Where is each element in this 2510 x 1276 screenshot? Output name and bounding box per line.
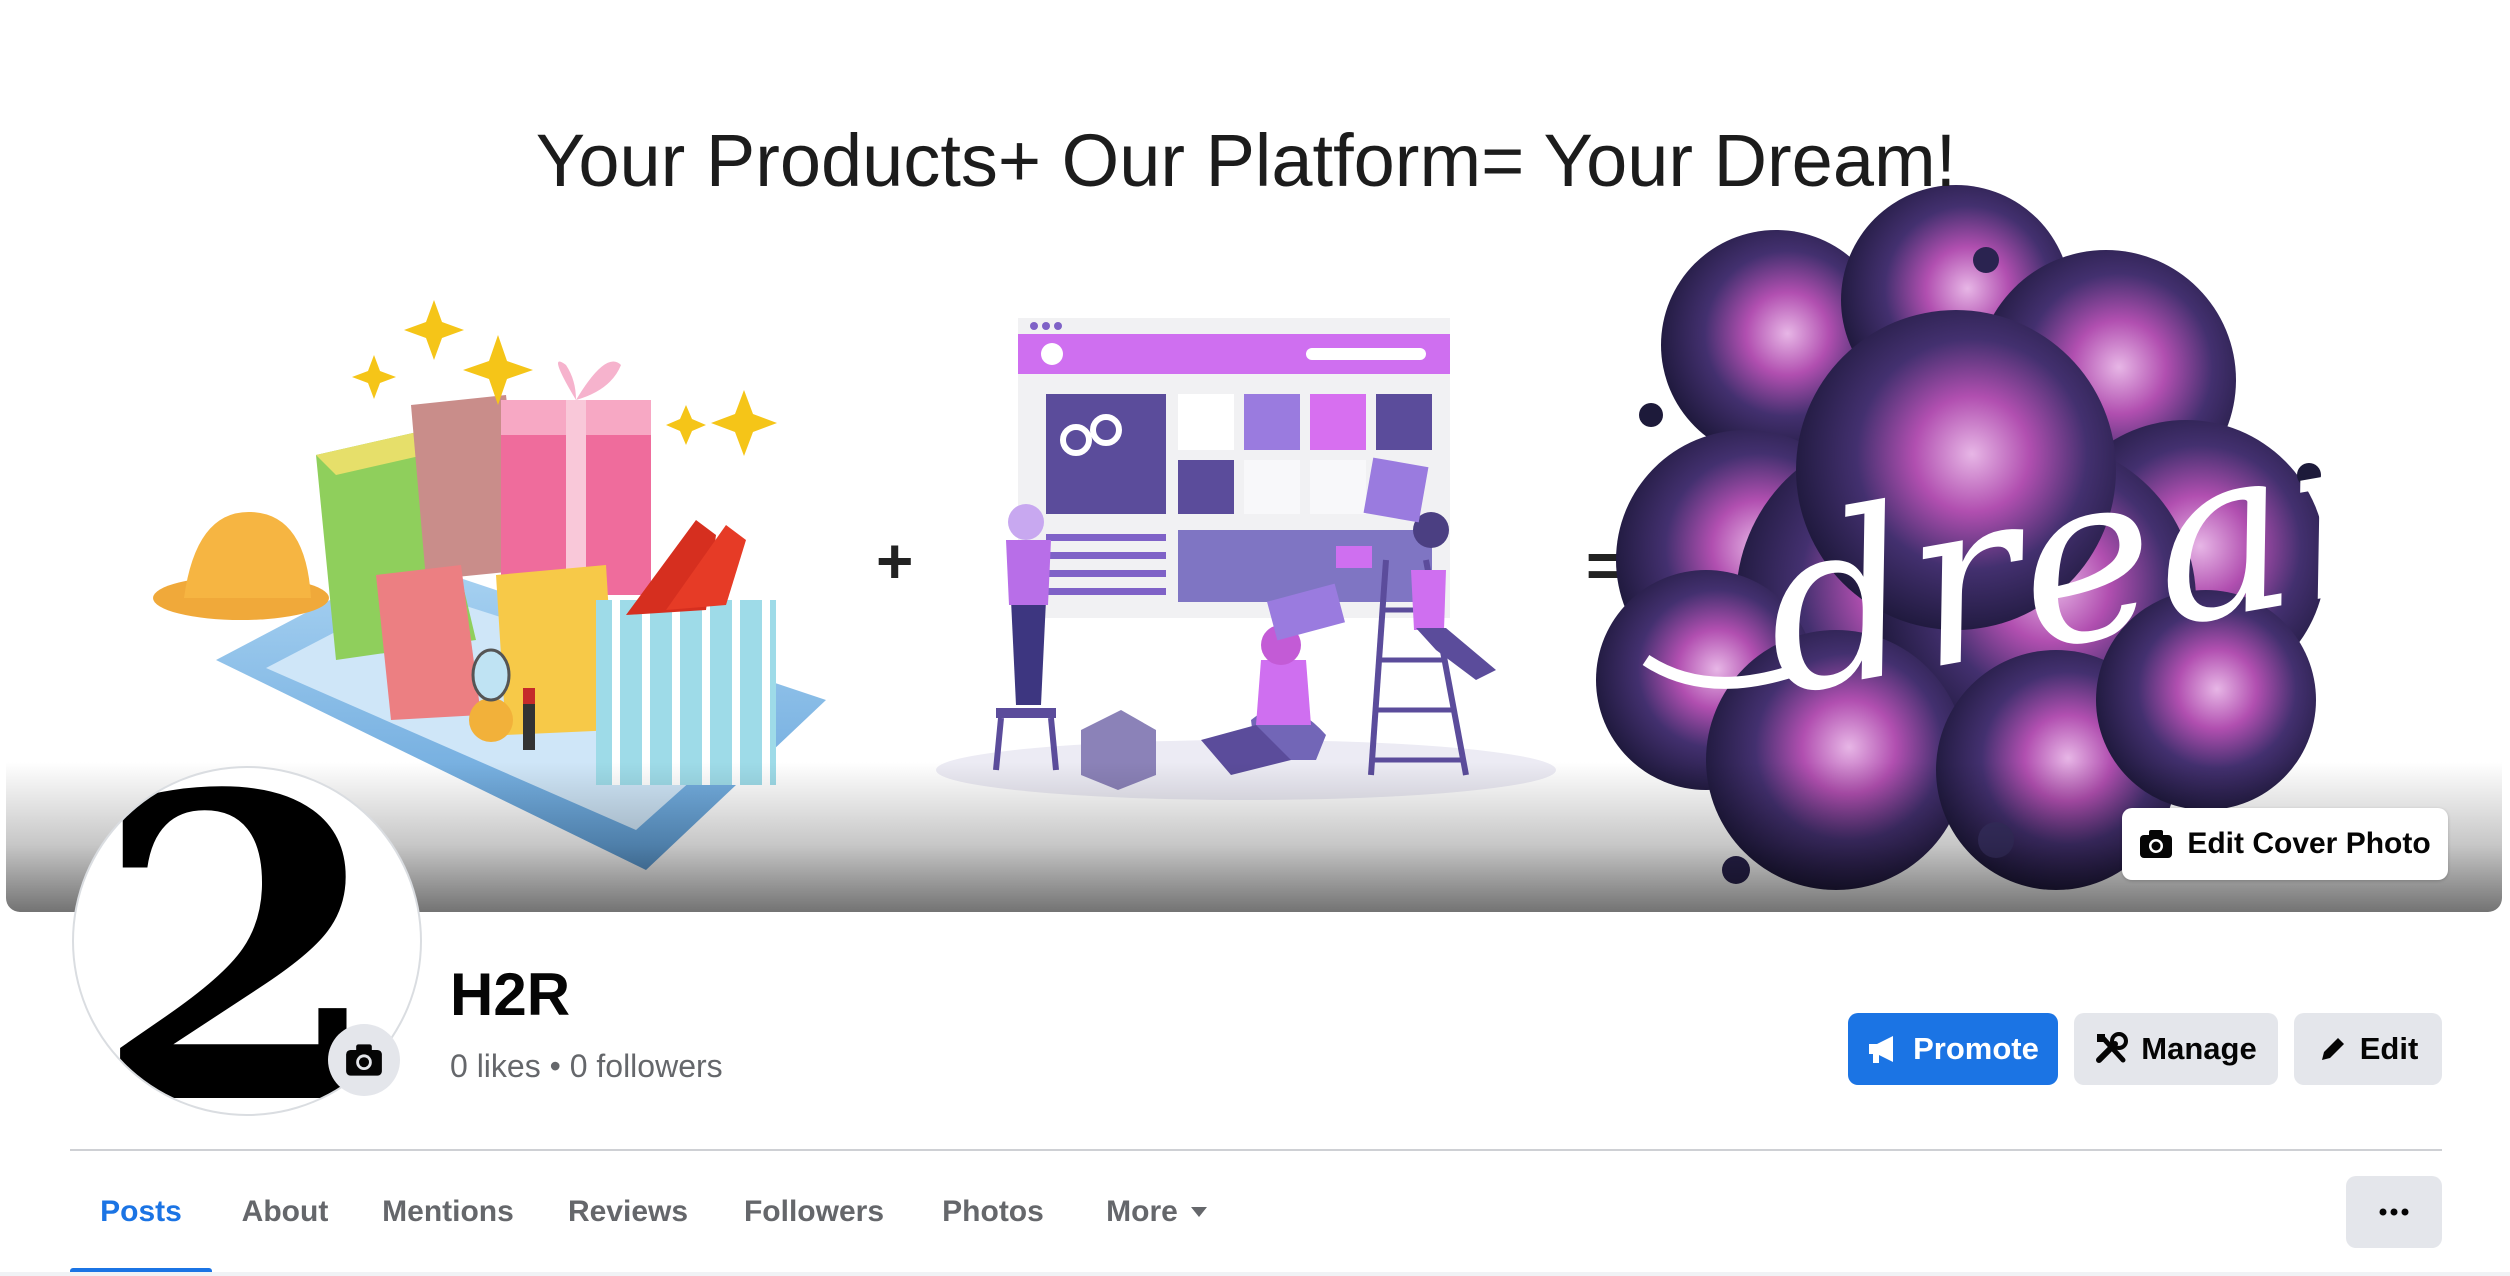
tab-posts-label: Posts — [100, 1195, 182, 1228]
tab-reviews[interactable]: Reviews — [538, 1150, 718, 1274]
page-title: H2R — [450, 961, 571, 1028]
cover-photo: + = dreams Your Products+ Our Platform= … — [6, 0, 2502, 912]
cover-headline: Your Products+ Our Platform= Your Dream! — [535, 119, 1957, 202]
caret-down-icon — [1190, 1207, 1207, 1217]
tab-reviews-label: Reviews — [567, 1195, 689, 1228]
camera-icon — [346, 1044, 382, 1076]
tools-icon — [2096, 1032, 2129, 1063]
tab-posts[interactable]: Posts — [70, 1150, 212, 1274]
tab-more[interactable]: More — [1076, 1150, 1238, 1274]
manage-button[interactable]: Manage — [2074, 1013, 2278, 1085]
edit-button[interactable]: Edit — [2294, 1013, 2442, 1085]
edit-label: Edit — [2359, 1031, 2419, 1066]
bottom-divider — [0, 1272, 2510, 1276]
more-options-button[interactable] — [2346, 1176, 2442, 1248]
page-stats[interactable]: 0 likes • 0 followers — [450, 1048, 723, 1085]
tab-more-label: More — [1106, 1195, 1178, 1228]
tab-followers[interactable]: Followers — [718, 1150, 910, 1274]
tab-mentions-label: Mentions — [382, 1195, 514, 1228]
pencil-icon — [2321, 1038, 2344, 1060]
tab-about[interactable]: About — [212, 1150, 358, 1274]
tab-about-label: About — [241, 1195, 329, 1228]
tab-followers-label: Followers — [743, 1195, 885, 1228]
plus-sign: + — [876, 525, 913, 597]
promote-button[interactable]: Promote — [1848, 1013, 2058, 1085]
tab-photos-label: Photos — [942, 1195, 1044, 1228]
camera-icon — [2140, 830, 2173, 858]
tab-photos[interactable]: Photos — [910, 1150, 1076, 1274]
platform-illustration — [936, 318, 1556, 800]
manage-label: Manage — [2141, 1031, 2257, 1066]
tab-mentions[interactable]: Mentions — [358, 1150, 538, 1274]
promote-label: Promote — [1913, 1031, 2039, 1066]
more-dots-icon — [2379, 1208, 2409, 1216]
edit-cover-photo-button[interactable]: Edit Cover Photo — [2122, 808, 2448, 880]
edit-cover-photo-label: Edit Cover Photo — [2187, 827, 2431, 860]
megaphone-icon — [1869, 1036, 1894, 1063]
dreams-cloud-illustration: dreams — [1596, 185, 2502, 890]
update-profile-picture-button[interactable] — [328, 1024, 400, 1096]
